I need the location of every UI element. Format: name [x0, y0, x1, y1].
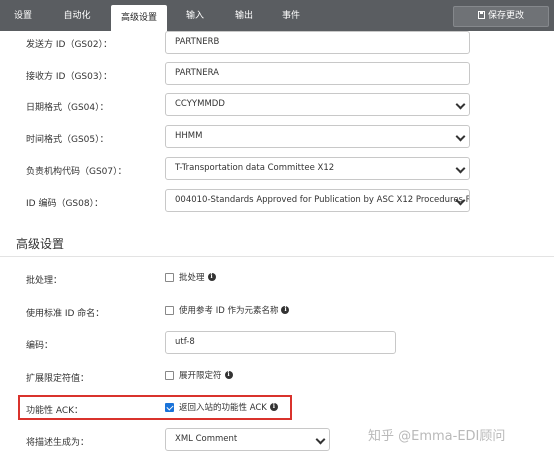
- time-format-value: HHMM: [175, 131, 203, 141]
- receiver-id-input[interactable]: PARTNERA: [165, 62, 470, 85]
- ack-option[interactable]: 返回入站的功能性 ACK i: [165, 401, 278, 413]
- id-code-label: ID 编码（GS08）：: [26, 199, 104, 209]
- date-format-select[interactable]: CCYYMMDD: [165, 93, 470, 116]
- sender-id-input[interactable]: PARTNERB: [165, 31, 470, 54]
- batch-option[interactable]: 批处理 i: [165, 271, 216, 283]
- std-id-checkbox-label: 使用参考 ID 作为元素名称: [179, 306, 279, 316]
- date-format-label: 日期格式（GS04）：: [26, 103, 109, 113]
- qualifier-option[interactable]: 展开限定符 i: [165, 369, 233, 381]
- tab-output[interactable]: 输出: [225, 0, 263, 31]
- info-icon[interactable]: i: [224, 371, 233, 379]
- std-id-label: 使用标准 ID 命名：: [26, 309, 105, 319]
- desc-as-label: 将描述生成为：: [26, 438, 90, 448]
- chevron-down-icon: [455, 131, 466, 142]
- section-divider: [0, 256, 554, 257]
- tab-settings[interactable]: 设置: [4, 0, 42, 31]
- tab-automation[interactable]: 自动化: [53, 0, 101, 31]
- std-id-checkbox[interactable]: [165, 305, 174, 315]
- encoding-input[interactable]: utf-8: [165, 331, 396, 354]
- advanced-settings-heading: 高级设置: [16, 237, 65, 251]
- tab-bar: 设置 自动化 高级设置 输入 输出 事件 保存更改: [0, 0, 554, 31]
- desc-as-value: XML Comment: [175, 434, 238, 444]
- ack-checkbox[interactable]: [165, 402, 174, 412]
- qualifier-checkbox[interactable]: [165, 370, 174, 380]
- std-id-option[interactable]: 使用参考 ID 作为元素名称 i: [165, 304, 290, 316]
- info-icon[interactable]: i: [269, 403, 278, 411]
- watermark: 知乎 @Emma-EDI顾问: [368, 429, 506, 444]
- info-icon[interactable]: i: [281, 306, 290, 314]
- encoding-label: 编码：: [26, 341, 54, 351]
- time-format-select[interactable]: HHMM: [165, 125, 470, 148]
- chevron-down-icon: [455, 163, 466, 174]
- tab-input[interactable]: 输入: [176, 0, 214, 31]
- receiver-id-label: 接收方 ID（GS03）：: [26, 72, 113, 82]
- save-changes-button[interactable]: 保存更改: [453, 6, 549, 27]
- ack-label: 功能性 ACK：: [26, 406, 84, 416]
- ack-checkbox-label: 返回入站的功能性 ACK: [179, 403, 267, 413]
- save-changes-label: 保存更改: [487, 11, 524, 21]
- tab-advanced-settings[interactable]: 高级设置: [111, 5, 167, 31]
- qualifier-label: 扩展限定符值：: [26, 374, 90, 384]
- id-code-value: 004010-Standards Approved for Publicatio…: [175, 195, 470, 205]
- chevron-down-icon: [315, 434, 326, 445]
- batch-checkbox[interactable]: [165, 272, 174, 282]
- date-format-value: CCYYMMDD: [175, 99, 225, 109]
- agency-code-select[interactable]: T-Transportation data Committee X12: [165, 157, 470, 180]
- tab-events[interactable]: 事件: [272, 0, 310, 31]
- info-icon[interactable]: i: [207, 273, 216, 281]
- time-format-label: 时间格式（GS05）：: [26, 135, 109, 145]
- desc-as-select[interactable]: XML Comment: [165, 428, 330, 451]
- agency-code-label: 负责机构代码（GS07）：: [26, 167, 127, 177]
- qualifier-checkbox-label: 展开限定符: [179, 371, 222, 381]
- save-icon: [477, 11, 485, 19]
- chevron-down-icon: [455, 99, 466, 110]
- id-code-select[interactable]: 004010-Standards Approved for Publicatio…: [165, 189, 470, 212]
- batch-label: 批处理：: [26, 276, 63, 286]
- sender-id-label: 发送方 ID（GS02）：: [26, 40, 113, 50]
- batch-checkbox-label: 批处理: [179, 273, 205, 283]
- agency-code-value: T-Transportation data Committee X12: [175, 163, 335, 173]
